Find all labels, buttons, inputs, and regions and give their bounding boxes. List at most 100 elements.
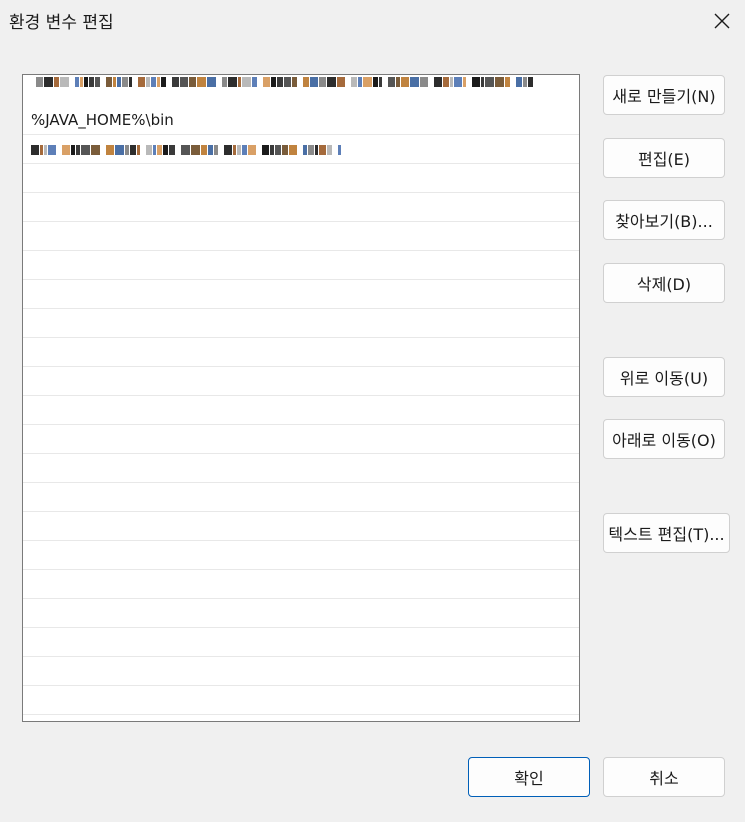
pixel-block	[40, 145, 43, 155]
list-item[interactable]	[23, 193, 579, 222]
pixel-block	[263, 77, 270, 87]
pixel-block	[180, 77, 188, 87]
list-item[interactable]	[23, 599, 579, 628]
pixel-block	[222, 77, 227, 87]
pixel-block	[224, 145, 232, 155]
pixel-block	[434, 77, 442, 87]
list-item[interactable]	[23, 135, 579, 164]
pixel-block	[315, 145, 318, 155]
pixel-block	[262, 145, 269, 155]
pixel-block	[516, 77, 522, 87]
window-title: 환경 변수 편집	[9, 13, 114, 33]
cancel-button[interactable]: 취소	[603, 757, 725, 797]
pixel-block	[146, 145, 152, 155]
pixel-block	[481, 77, 484, 87]
pixel-block	[233, 145, 236, 155]
move-down-button[interactable]: 아래로 이동(O)	[603, 419, 725, 459]
path-list[interactable]: %JAVA_HOME%\bin	[22, 74, 580, 722]
pixel-block	[237, 145, 241, 155]
pixel-block	[76, 145, 80, 155]
list-item[interactable]	[23, 367, 579, 396]
pixel-block	[528, 77, 533, 87]
pixel-block	[146, 77, 150, 87]
pixel-block	[80, 77, 83, 87]
browse-button[interactable]: 찾아보기(B)...	[603, 200, 725, 240]
pixel-block	[60, 77, 69, 87]
list-item[interactable]	[23, 164, 579, 193]
pixel-block	[84, 77, 88, 87]
title-bar: 환경 변수 편집	[0, 0, 745, 42]
move-up-button[interactable]: 위로 이동(U)	[603, 357, 725, 397]
list-item-text: %JAVA_HOME%\bin	[31, 111, 174, 129]
pixel-block	[157, 77, 160, 87]
list-item[interactable]	[23, 425, 579, 454]
pixel-block	[363, 77, 372, 87]
pixel-block	[450, 77, 453, 87]
list-item[interactable]	[23, 512, 579, 541]
pixel-block	[388, 77, 395, 87]
list-item[interactable]	[23, 628, 579, 657]
pixel-block	[153, 145, 156, 155]
list-item-editing[interactable]	[23, 75, 579, 106]
pixel-block	[401, 77, 409, 87]
pixel-block	[443, 77, 449, 87]
list-item[interactable]	[23, 541, 579, 570]
pixel-block	[289, 145, 297, 155]
list-item[interactable]: %JAVA_HOME%\bin	[23, 106, 579, 135]
list-item[interactable]	[23, 222, 579, 251]
pixel-block	[495, 77, 504, 87]
inline-edit-input[interactable]	[28, 75, 540, 102]
pixel-block	[420, 77, 428, 87]
pixel-block	[338, 145, 341, 155]
ok-button[interactable]: 확인	[468, 757, 590, 797]
pixel-block	[89, 77, 94, 87]
list-item[interactable]	[23, 338, 579, 367]
list-item[interactable]	[23, 657, 579, 686]
pixel-block	[319, 145, 326, 155]
pixel-block	[248, 145, 256, 155]
list-item[interactable]	[23, 251, 579, 280]
pixel-block	[163, 145, 168, 155]
redacted-text	[36, 75, 533, 89]
list-item[interactable]	[23, 396, 579, 425]
pixel-block	[31, 145, 39, 155]
list-item[interactable]	[23, 309, 579, 338]
pixel-block	[62, 145, 70, 155]
new-button[interactable]: 새로 만들기(N)	[603, 75, 725, 115]
pixel-block	[505, 77, 510, 87]
pixel-block	[91, 145, 100, 155]
pixel-block	[138, 77, 145, 87]
pixel-block	[310, 77, 318, 87]
pixel-block	[472, 77, 480, 87]
pixel-block	[44, 145, 47, 155]
list-item[interactable]	[23, 454, 579, 483]
list-item[interactable]	[23, 280, 579, 309]
pixel-block	[275, 145, 281, 155]
list-item[interactable]	[23, 570, 579, 599]
pixel-block	[373, 77, 378, 87]
pixel-block	[161, 77, 166, 87]
pixel-block	[358, 77, 362, 87]
pixel-block	[319, 77, 326, 87]
edit-button[interactable]: 편집(E)	[603, 138, 725, 178]
pixel-block	[197, 77, 206, 87]
pixel-block	[327, 145, 332, 155]
redacted-text	[31, 143, 341, 155]
list-item[interactable]	[23, 686, 579, 715]
pixel-block	[113, 77, 116, 87]
pixel-block	[252, 77, 257, 87]
pixel-block	[157, 145, 162, 155]
pixel-block	[454, 77, 462, 87]
pixel-block	[48, 145, 56, 155]
edit-text-button[interactable]: 텍스트 편집(T)...	[603, 513, 730, 553]
pixel-block	[238, 77, 241, 87]
pixel-block	[129, 77, 132, 87]
pixel-block	[208, 145, 213, 155]
pixel-block	[169, 145, 175, 155]
pixel-block	[117, 77, 121, 87]
close-button[interactable]	[699, 0, 745, 42]
list-item[interactable]	[23, 483, 579, 512]
delete-button[interactable]: 삭제(D)	[603, 263, 725, 303]
pixel-block	[75, 77, 79, 87]
pixel-block	[282, 145, 288, 155]
